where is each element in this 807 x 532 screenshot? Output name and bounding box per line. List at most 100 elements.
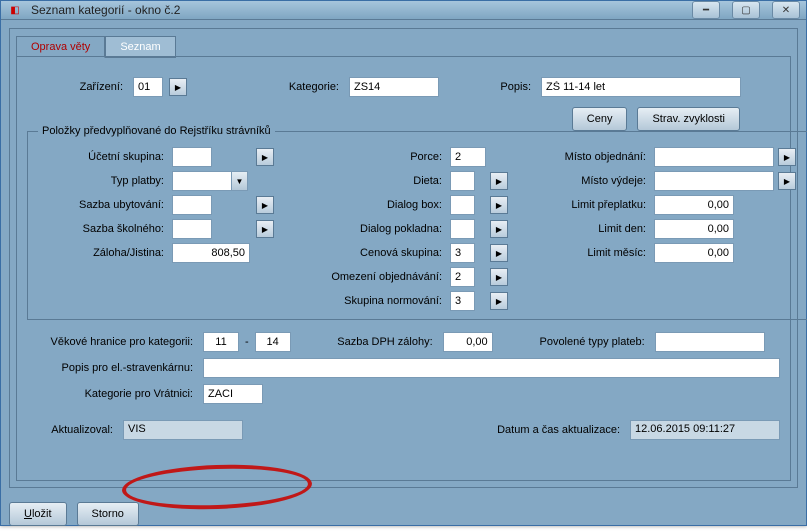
vek-from-input[interactable] bbox=[203, 332, 239, 352]
tab-list[interactable]: Seznam bbox=[105, 36, 175, 58]
mid-column: Porce: Dieta: ▶ Dialog box: ▶ Dialog pok… bbox=[296, 147, 510, 311]
typ-label: Typ platby: bbox=[38, 175, 168, 187]
dph-input[interactable] bbox=[443, 332, 493, 352]
dialogbox-input[interactable] bbox=[450, 195, 475, 215]
device-input[interactable] bbox=[133, 77, 163, 97]
dialogpok-lookup[interactable]: ▶ bbox=[490, 220, 508, 238]
play-icon: ▶ bbox=[496, 297, 502, 306]
play-icon: ▶ bbox=[496, 177, 502, 186]
limit-mes-label: Limit měsíc: bbox=[530, 247, 650, 259]
norm-lookup[interactable]: ▶ bbox=[490, 292, 508, 310]
limit-den-input[interactable] bbox=[654, 219, 734, 239]
limit-prep-input[interactable] bbox=[654, 195, 734, 215]
desc-input[interactable] bbox=[541, 77, 741, 97]
right-column: Místo objednání: ▶ Místo výdeje: ▶ Limit… bbox=[530, 147, 798, 263]
limit-den-label: Limit den: bbox=[530, 223, 650, 235]
titlebar: ◧ Seznam kategorií - okno č.2 ━ ▢ ✕ bbox=[1, 1, 806, 20]
aktualizoval-label: Aktualizoval: bbox=[27, 424, 117, 436]
cancel-button[interactable]: Storno bbox=[77, 502, 139, 526]
kat-vrat-input[interactable] bbox=[203, 384, 263, 404]
popis-estrav-input[interactable] bbox=[203, 358, 780, 378]
close-icon: ✕ bbox=[782, 5, 790, 16]
play-icon: ▶ bbox=[496, 225, 502, 234]
datum-value: 12.06.2015 09:11:27 bbox=[630, 420, 780, 440]
ucetni-input[interactable] bbox=[172, 147, 212, 167]
desc-label: Popis: bbox=[445, 81, 535, 93]
vek-label: Věkové hranice pro kategorii: bbox=[27, 336, 197, 348]
misto-vyd-input[interactable] bbox=[654, 171, 774, 191]
sazba-skol-lookup[interactable]: ▶ bbox=[256, 220, 274, 238]
play-icon: ▶ bbox=[496, 273, 502, 282]
omez-input[interactable] bbox=[450, 267, 475, 287]
play-icon: ▶ bbox=[496, 249, 502, 258]
zaloha-input[interactable] bbox=[172, 243, 250, 263]
limit-mes-input[interactable] bbox=[654, 243, 734, 263]
vek-dash: - bbox=[245, 336, 249, 348]
save-button[interactable]: Uložit bbox=[9, 502, 67, 526]
cen-lookup[interactable]: ▶ bbox=[490, 244, 508, 262]
kat-vrat-label: Kategorie pro Vrátnici: bbox=[27, 388, 197, 400]
tab-panel: Zařízení: ▶ Kategorie: Popis: Ceny Strav… bbox=[16, 56, 791, 481]
dialogbox-lookup[interactable]: ▶ bbox=[490, 196, 508, 214]
vek-to-input[interactable] bbox=[255, 332, 291, 352]
zaloha-label: Záloha/Jistina: bbox=[38, 247, 168, 259]
minimize-button[interactable]: ━ bbox=[692, 1, 720, 19]
window-title: Seznam kategorií - okno č.2 bbox=[31, 3, 680, 17]
typ-input[interactable] bbox=[172, 171, 232, 191]
cen-input[interactable] bbox=[450, 243, 475, 263]
ucetni-lookup[interactable]: ▶ bbox=[256, 148, 274, 166]
prices-button[interactable]: Ceny bbox=[572, 107, 628, 131]
misto-obj-lookup[interactable]: ▶ bbox=[778, 148, 796, 166]
porce-label: Porce: bbox=[296, 151, 446, 163]
prefill-group: Položky předvyplňované do Rejstříku strá… bbox=[27, 125, 807, 320]
limit-prep-label: Limit přeplatku: bbox=[530, 199, 650, 211]
dialogbox-label: Dialog box: bbox=[296, 199, 446, 211]
chevron-down-icon[interactable]: ▼ bbox=[232, 171, 248, 191]
sazba-skol-input[interactable] bbox=[172, 219, 212, 239]
play-icon: ▶ bbox=[784, 177, 790, 186]
habits-button[interactable]: Strav. zvyklosti bbox=[637, 107, 740, 131]
omez-lookup[interactable]: ▶ bbox=[490, 268, 508, 286]
left-column: Účetní skupina: ▶ Typ platby: ▼ Sazba ub… bbox=[38, 147, 276, 263]
minimize-icon: ━ bbox=[703, 5, 709, 16]
norm-input[interactable] bbox=[450, 291, 475, 311]
dialogpok-input[interactable] bbox=[450, 219, 475, 239]
sazba-ubyt-input[interactable] bbox=[172, 195, 212, 215]
dph-label: Sazba DPH zálohy: bbox=[297, 336, 437, 348]
content-area: Oprava věty Seznam Zařízení: ▶ Kategorie… bbox=[9, 28, 798, 488]
misto-obj-label: Místo objednání: bbox=[530, 151, 650, 163]
category-input[interactable] bbox=[349, 77, 439, 97]
app-icon: ◧ bbox=[7, 2, 23, 18]
sazba-ubyt-lookup[interactable]: ▶ bbox=[256, 196, 274, 214]
porce-input[interactable] bbox=[450, 147, 486, 167]
cen-label: Cenová skupina: bbox=[296, 247, 446, 259]
dieta-lookup[interactable]: ▶ bbox=[490, 172, 508, 190]
play-icon: ▶ bbox=[784, 153, 790, 162]
sazba-ubyt-label: Sazba ubytování: bbox=[38, 199, 168, 211]
dieta-label: Dieta: bbox=[296, 175, 446, 187]
close-button[interactable]: ✕ bbox=[772, 1, 800, 19]
play-icon: ▶ bbox=[496, 201, 502, 210]
tab-edit[interactable]: Oprava věty bbox=[16, 36, 105, 58]
norm-label: Skupina normování: bbox=[296, 295, 446, 307]
device-label: Zařízení: bbox=[67, 81, 127, 93]
misto-vyd-lookup[interactable]: ▶ bbox=[778, 172, 796, 190]
misto-obj-input[interactable] bbox=[654, 147, 774, 167]
omez-label: Omezení objednávání: bbox=[296, 271, 446, 283]
povol-input[interactable] bbox=[655, 332, 765, 352]
prefill-legend: Položky předvyplňované do Rejstříku strá… bbox=[38, 125, 275, 137]
play-icon: ▶ bbox=[262, 225, 268, 234]
aktualizoval-value: VIS bbox=[123, 420, 243, 440]
dialogpok-label: Dialog pokladna: bbox=[296, 223, 446, 235]
bottom-bar: Uložit Storno bbox=[1, 496, 806, 532]
maximize-icon: ▢ bbox=[741, 5, 750, 16]
ucetni-label: Účetní skupina: bbox=[38, 151, 168, 163]
dieta-input[interactable] bbox=[450, 171, 475, 191]
typ-combo[interactable]: ▼ bbox=[172, 171, 252, 191]
play-icon: ▶ bbox=[175, 83, 181, 92]
category-label: Kategorie: bbox=[193, 81, 343, 93]
maximize-button[interactable]: ▢ bbox=[732, 1, 760, 19]
datum-label: Datum a čas aktualizace: bbox=[497, 424, 624, 436]
povol-label: Povolené typy plateb: bbox=[499, 336, 649, 348]
device-lookup-button[interactable]: ▶ bbox=[169, 78, 187, 96]
